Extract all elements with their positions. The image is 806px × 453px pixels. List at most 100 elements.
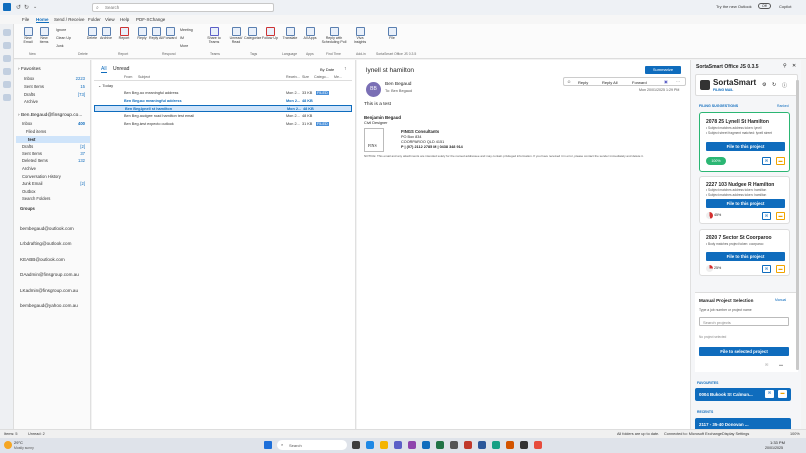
quick-access-icon[interactable]: ⌄	[33, 4, 37, 10]
reply-scheduling-poll-button[interactable]: Reply with Scheduling Poll	[320, 27, 348, 45]
folder-outbox[interactable]: Outbox	[22, 189, 36, 194]
app-icon[interactable]	[492, 441, 500, 449]
all-apps-button[interactable]: All Apps	[302, 27, 318, 41]
ignore-button[interactable]: Ignore	[56, 28, 66, 32]
account-3[interactable]: KEABB@outlook.com	[20, 257, 65, 262]
file-to-project-button[interactable]: File to this project	[706, 252, 785, 261]
folder-filed-items[interactable]: Filed items	[26, 129, 46, 134]
table-row-selected[interactable]: Ben Beg... lynell st hamilton Mon 2... 48 K…	[94, 105, 352, 112]
table-row[interactable]: Ben Beg... nudgee road hamilton test emai…	[94, 113, 352, 120]
apps-icon[interactable]	[3, 94, 11, 101]
sender-name[interactable]: Ben Begaud	[385, 82, 411, 87]
app-icon[interactable]	[408, 441, 416, 449]
new-items-button[interactable]: New Items	[36, 27, 52, 45]
fav-inbox[interactable]: Inbox	[24, 76, 34, 81]
menu-file[interactable]: File	[22, 17, 29, 22]
copilot-button[interactable]: Copilot	[779, 4, 791, 9]
col-mention[interactable]: Me...	[334, 75, 342, 79]
tasks-icon[interactable]	[3, 68, 11, 75]
folder-icon[interactable]: ▬	[776, 265, 785, 273]
windows-start-icon[interactable]	[264, 441, 272, 449]
folder-icon[interactable]: ▬	[778, 390, 787, 398]
fav-sent[interactable]: Sent Items	[24, 84, 44, 89]
search-input[interactable]: ⌕ Search	[92, 3, 274, 12]
account-1[interactable]: bembegaud@outlook.com	[20, 226, 74, 231]
emoji-icon[interactable]: ☺	[567, 79, 571, 84]
menu-help[interactable]: Help	[120, 17, 129, 22]
folder-archive[interactable]: Archive	[22, 166, 36, 171]
terminal-icon[interactable]	[520, 441, 528, 449]
account-2[interactable]: Lrbdrafting@outlook.com	[20, 241, 71, 246]
file-to-project-button[interactable]: File to this project	[706, 199, 785, 208]
app-icon[interactable]	[450, 441, 458, 449]
tab-all[interactable]: All	[101, 66, 107, 73]
folder-deleted[interactable]: Deleted Items	[22, 158, 48, 163]
col-received[interactable]: Receiv...	[286, 75, 300, 79]
clock-date[interactable]: 20/01/2025	[765, 446, 783, 450]
translate-button[interactable]: Translate	[282, 27, 298, 41]
sortasmart-file-button[interactable]: File	[384, 27, 400, 41]
menu-folder[interactable]: Folder	[88, 17, 101, 22]
forward-button[interactable]: Forward	[162, 27, 178, 41]
zoom-level[interactable]: 100%	[790, 432, 800, 436]
pane-pin-icon[interactable]: ⚲	[783, 63, 787, 69]
folder-sent[interactable]: Sent Items	[22, 151, 42, 156]
calendar-icon[interactable]	[3, 42, 11, 49]
app-icon[interactable]	[506, 441, 514, 449]
redo-icon[interactable]: ↻	[24, 4, 29, 11]
folder-search-folders[interactable]: Search Folders	[22, 196, 50, 201]
categorize-button[interactable]: Categorize	[244, 27, 261, 41]
col-size[interactable]: Size	[302, 75, 309, 79]
display-settings-button[interactable]: Display Settings	[722, 432, 749, 436]
folder-inbox[interactable]: Inbox	[22, 121, 32, 126]
pane-close-icon[interactable]: ✕	[792, 63, 796, 69]
junk-button[interactable]: Junk	[56, 44, 64, 48]
col-subject[interactable]: Subject	[138, 75, 150, 79]
email-icon[interactable]: ✉	[762, 212, 771, 220]
explorer-icon[interactable]	[380, 441, 388, 449]
reading-reply-all-button[interactable]: Reply All	[602, 80, 618, 85]
col-from[interactable]: From	[124, 75, 132, 79]
excel-icon[interactable]	[436, 441, 444, 449]
account-5[interactable]: LKadmin@finsgroup.com.au	[20, 288, 78, 293]
folder-icon[interactable]: ▬	[776, 157, 785, 165]
suggestion-card[interactable]: 2020 7 Sector St Coorparoo • Body matche…	[699, 229, 790, 276]
viva-insights-button[interactable]: Viva Insights	[352, 27, 368, 45]
file-selected-button[interactable]: File to selected project	[699, 347, 789, 356]
reading-reply-button[interactable]: Reply	[578, 80, 588, 85]
menu-send-receive[interactable]: Send / Receive	[54, 17, 85, 22]
edge-icon[interactable]	[366, 441, 374, 449]
project-search-input[interactable]: Search projects	[699, 317, 789, 326]
table-row[interactable]: Ben Beg... no meaningful address Mon 2... 4…	[94, 98, 352, 105]
clock-time[interactable]: 1:33 PM	[770, 440, 785, 445]
suggestion-card[interactable]: 2078 25 Lynell St Hamilton • Subject mat…	[699, 112, 790, 172]
info-icon[interactable]: ⓘ	[782, 82, 787, 89]
people-icon[interactable]	[3, 55, 11, 62]
folder-test-row[interactable]: test	[16, 136, 90, 143]
taskbar-search[interactable]: ⌕ Search	[277, 440, 347, 450]
email-icon[interactable]: ✉	[762, 157, 771, 165]
folder-groups[interactable]: Groups	[20, 206, 35, 211]
report-button[interactable]: Report	[116, 27, 132, 41]
clean-up-button[interactable]: Clean Up	[56, 36, 71, 40]
unread-read-button[interactable]: Unread/ Read	[228, 27, 244, 45]
menu-home[interactable]: Home	[36, 17, 49, 23]
suggestion-card[interactable]: 2227 103 Nudgee R Hamilton • Subject mat…	[699, 176, 790, 224]
reading-forward-button[interactable]: Forward	[632, 80, 647, 85]
share-teams-button[interactable]: Share to Teams	[206, 27, 222, 45]
favorites-header[interactable]: › Favorites	[18, 67, 41, 72]
notes-icon[interactable]	[3, 81, 11, 88]
app-icon[interactable]	[464, 441, 472, 449]
archive-button[interactable]: Archive	[98, 27, 114, 41]
favourite-item[interactable]: 0004 Bukook St Calmun... ✉ ▬	[695, 388, 791, 401]
fav-drafts[interactable]: Drafts	[24, 92, 35, 97]
im-button[interactable]: IM	[180, 36, 184, 40]
account-header[interactable]: › Ben.Begaud@finsgroup.co...	[18, 113, 82, 118]
sort-arrow-icon[interactable]: ↑	[344, 66, 347, 72]
folder-icon[interactable]: ▬	[776, 212, 785, 220]
table-row[interactable]: Ben Beg... test expecto outlook Mon 2... 31…	[94, 121, 352, 128]
table-row[interactable]: Ben Beg... no meaningful address Mon 2... 3…	[94, 90, 352, 97]
fav-archive[interactable]: Archive	[24, 99, 38, 104]
word-icon[interactable]	[478, 441, 486, 449]
task-view-icon[interactable]	[352, 441, 360, 449]
